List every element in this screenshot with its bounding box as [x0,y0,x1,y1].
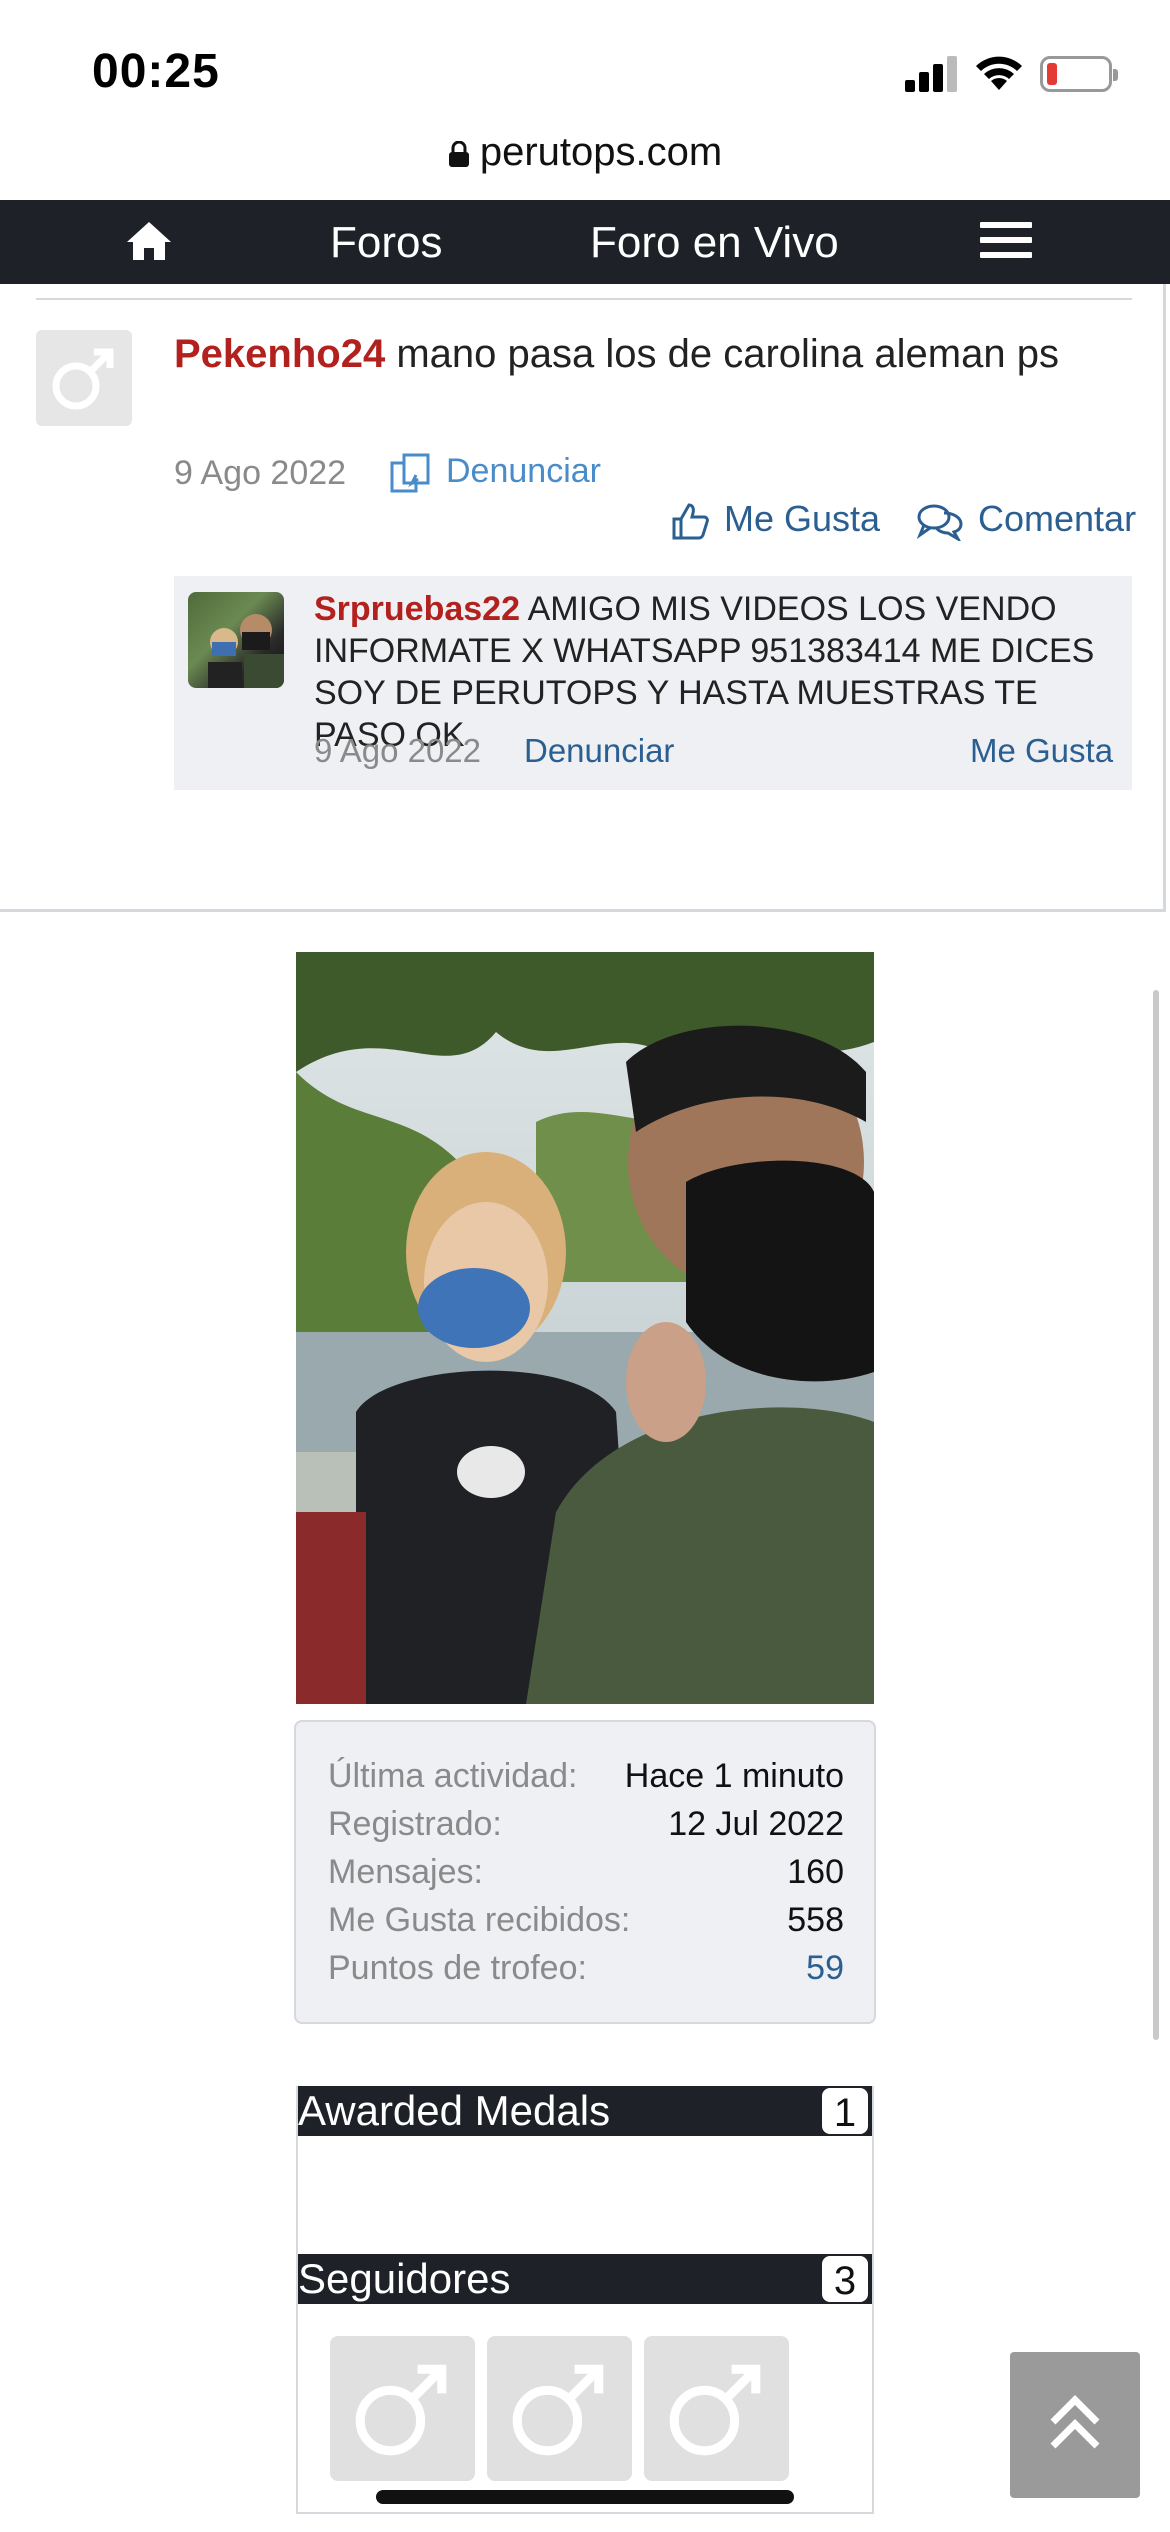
stat-row: Me Gusta recibidos: 558 [328,1896,844,1944]
thumbs-up-icon [672,503,709,540]
signal-icon [905,56,961,92]
stat-row: Mensajes: 160 [328,1848,844,1896]
report-icon [390,453,430,493]
stat-value: Hace 1 minuto [624,1757,844,1795]
reply-date: 9 Ago 2022 [314,732,481,769]
nav-foros[interactable]: Foros [330,218,442,268]
trophy-points-link[interactable]: 59 [806,1944,844,1992]
male-avatar-icon[interactable] [36,330,132,426]
comment-body: Pekenho24 mano pasa los de carolina alem… [174,332,1059,377]
like-label: Me Gusta [724,498,881,539]
reply-like-button[interactable]: Me Gusta [970,732,1113,770]
profile-stats: Última actividad: Hace 1 minuto Registrad… [294,1720,876,2024]
stat-label: Registrado: [328,1805,502,1843]
hamburger-menu-icon[interactable] [980,222,1032,262]
reply-report-link[interactable]: Denunciar [524,732,674,770]
double-chevron-up-icon [1050,2395,1100,2449]
address-bar[interactable]: perutops.com [0,130,1170,200]
widget-count-badge: 3 [820,2254,870,2304]
stat-value: 12 Jul 2022 [668,1805,844,1843]
comment-button[interactable]: Comentar [916,498,1137,542]
stat-label: Última actividad: [328,1757,578,1795]
follower-grid [330,2336,789,2481]
report-label: Denunciar [446,452,601,490]
comment-username[interactable]: Pekenho24 [174,332,385,376]
awarded-medals-widget: Awarded Medals 1 [296,2086,874,2258]
widget-count-badge: 1 [820,2086,870,2136]
reply-body: Srpruebas22 AMIGO MIS VIDEOS LOS VENDO I… [314,588,1114,756]
stat-row: Registrado: 12 Jul 2022 [328,1800,844,1848]
like-button[interactable]: Me Gusta [670,498,880,541]
stat-value: 160 [787,1853,844,1891]
back-to-top-button[interactable] [1010,2352,1140,2498]
widget-title: Seguidores [298,2255,511,2302]
home-indicator[interactable] [376,2490,794,2504]
battery-icon [1040,56,1118,92]
nav-foro-en-vivo[interactable]: Foro en Vivo [590,218,839,268]
male-avatar-icon[interactable] [644,2336,789,2481]
comment-date: 9 Ago 2022 [174,454,347,492]
profile-photo[interactable] [296,952,874,1704]
widget-title: Awarded Medals [298,2087,611,2134]
widget-header[interactable]: Seguidores 3 [298,2254,872,2304]
reply-username[interactable]: Srpruebas22 [314,590,520,628]
reply-avatar[interactable] [188,592,284,688]
stat-label: Mensajes: [328,1853,483,1891]
status-bar: 00:25 perutops.com [0,0,1170,174]
followers-widget: Seguidores 3 [296,2254,874,2514]
wifi-icon [976,56,1022,90]
widget-header[interactable]: Awarded Medals 1 [298,2086,872,2136]
home-icon[interactable] [125,220,173,262]
status-time: 00:25 [92,45,220,98]
stat-label: Me Gusta recibidos: [328,1901,631,1939]
comment-text: mano pasa los de carolina aleman ps [385,332,1059,376]
reply-block: Srpruebas22 AMIGO MIS VIDEOS LOS VENDO I… [174,576,1132,790]
stat-row: Puntos de trofeo: 59 [328,1944,844,1992]
comment-card: Pekenho24 mano pasa los de carolina alem… [0,284,1166,912]
chat-bubbles-icon [916,504,963,542]
top-navbar: Foros Foro en Vivo [0,200,1170,284]
male-avatar-icon[interactable] [330,2336,475,2481]
male-avatar-icon[interactable] [487,2336,632,2481]
report-link[interactable]: Denunciar [388,452,601,493]
stat-label: Puntos de trofeo: [328,1949,587,1987]
url-text: perutops.com [479,130,723,174]
scrollbar[interactable] [1153,990,1159,2040]
stat-row: Última actividad: Hace 1 minuto [328,1752,844,1800]
comment-label: Comentar [978,498,1137,539]
lock-icon [448,141,469,167]
divider [36,298,1132,300]
stat-value: 558 [787,1901,844,1939]
